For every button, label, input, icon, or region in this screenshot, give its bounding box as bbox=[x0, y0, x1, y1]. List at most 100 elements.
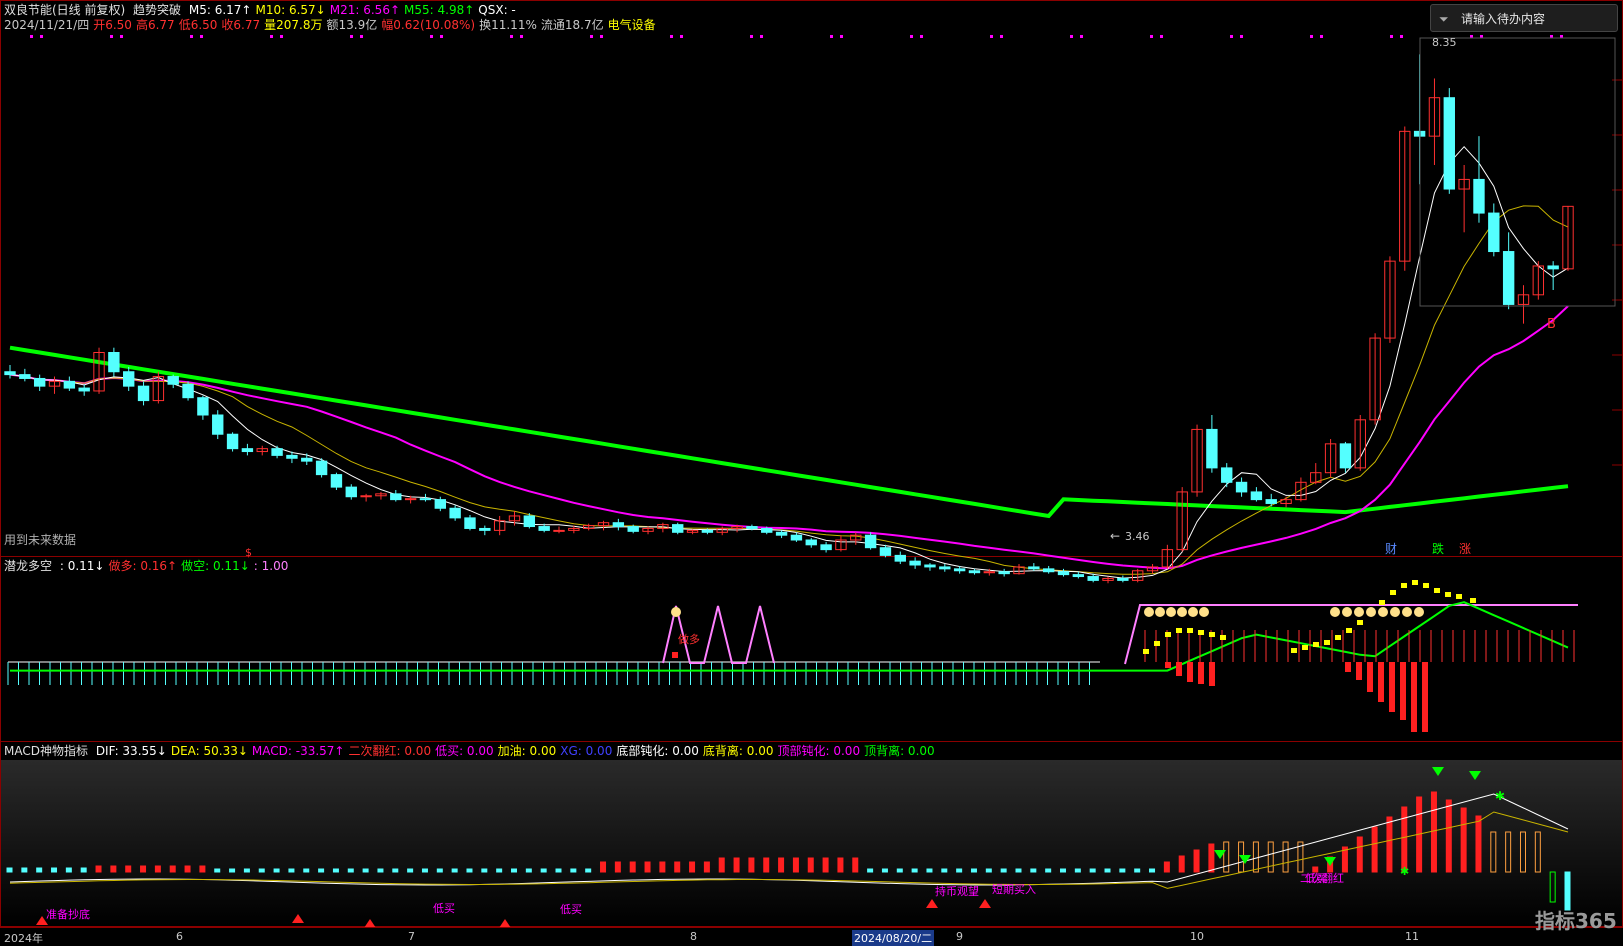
candle-body bbox=[212, 414, 224, 435]
macd-bar bbox=[1401, 806, 1408, 873]
low-arrow: ← bbox=[1110, 529, 1120, 543]
signal-dot bbox=[990, 35, 993, 38]
panel3-value: MACD: -33.57↑ bbox=[251, 744, 345, 758]
macd-bar bbox=[95, 865, 102, 873]
panel3-value: 底部钝化: 0.00 bbox=[616, 744, 699, 758]
p2-coin-icon bbox=[1166, 607, 1176, 617]
signal-dot bbox=[1080, 35, 1083, 38]
macd-bar bbox=[1460, 807, 1467, 873]
macd-bar bbox=[436, 868, 443, 873]
price-chart[interactable]: 8.35← 3.46B$ 财跌涨做多准备抄底 低买 低买低买持币观望 短期买入二次翻红✱✱ bbox=[0, 0, 1623, 945]
macd-bar bbox=[1015, 868, 1022, 873]
p2-red-bar bbox=[1165, 662, 1171, 668]
p2-coin-icon bbox=[1402, 607, 1412, 617]
macd-signal-label: 短期买入 bbox=[992, 882, 1036, 896]
macd-bar bbox=[1178, 855, 1185, 873]
p2-yellow-dot bbox=[1346, 628, 1352, 633]
signal-dot bbox=[1230, 35, 1233, 38]
macd-signal-label: 准备抄底 bbox=[46, 907, 90, 921]
signal-dot bbox=[910, 35, 913, 38]
low-price-label: 3.46 bbox=[1125, 530, 1150, 543]
macd-bar bbox=[258, 868, 265, 873]
macd-bar bbox=[852, 857, 859, 873]
candle-body bbox=[1235, 481, 1248, 493]
signal-dot bbox=[1150, 35, 1153, 38]
date-tick: 9 bbox=[956, 930, 963, 943]
candle-body bbox=[523, 515, 536, 528]
p2-coin-icon bbox=[1199, 607, 1209, 617]
signal-dot bbox=[440, 35, 443, 38]
candle-body bbox=[790, 534, 803, 541]
signal-dot bbox=[1240, 35, 1243, 38]
candle-body bbox=[345, 486, 357, 498]
p2-yellow-dot bbox=[1412, 580, 1418, 585]
candle-body bbox=[998, 571, 1010, 575]
panel2-value: : 1.00 bbox=[253, 559, 289, 573]
candle-body bbox=[167, 376, 179, 385]
macd-bar bbox=[229, 868, 236, 873]
macd-bar bbox=[763, 857, 770, 873]
macd-bar bbox=[347, 868, 354, 873]
p2-coin-icon bbox=[1342, 607, 1352, 617]
panel3-value: 低买: 0.00 bbox=[435, 744, 494, 758]
candle-body bbox=[553, 529, 565, 532]
macd-bar bbox=[674, 861, 681, 873]
macd-bar bbox=[733, 857, 740, 873]
macd-bar bbox=[1193, 849, 1200, 873]
macd-bar bbox=[748, 857, 755, 873]
date-tick: 6 bbox=[176, 930, 183, 943]
candle-body bbox=[315, 460, 328, 476]
candle-body bbox=[4, 371, 16, 376]
panel2-frame bbox=[0, 556, 1623, 742]
macd-bar bbox=[273, 868, 280, 873]
p2-yellow-dot bbox=[1143, 649, 1149, 654]
macd-signal-label: 低买 bbox=[560, 903, 582, 916]
macd-bar bbox=[6, 867, 13, 873]
macd-bar bbox=[1386, 816, 1393, 873]
p2-yellow-dot bbox=[1291, 648, 1297, 653]
p2-red-bar bbox=[1411, 662, 1417, 732]
p2-coin-icon bbox=[1330, 607, 1340, 617]
macd-bar bbox=[644, 861, 651, 873]
candle-body bbox=[226, 433, 239, 450]
macd-bar bbox=[1074, 868, 1081, 873]
p2-yellow-dot bbox=[1220, 635, 1226, 640]
macd-bar bbox=[169, 865, 176, 873]
macd-bar bbox=[214, 868, 221, 873]
date-tick: 11 bbox=[1405, 930, 1419, 943]
macd-bar bbox=[970, 868, 977, 873]
date-tick: 10 bbox=[1190, 930, 1204, 943]
candle-body bbox=[820, 544, 832, 551]
signal-dot bbox=[600, 35, 603, 38]
cai-mark: 财 bbox=[1385, 542, 1397, 556]
macd-bar bbox=[332, 868, 339, 873]
macd-bar bbox=[659, 861, 666, 873]
macd-bar bbox=[154, 865, 161, 873]
candle-body bbox=[241, 448, 254, 453]
signal-dot bbox=[840, 35, 843, 38]
signal-dot bbox=[1320, 35, 1323, 38]
p2-red-bar bbox=[1422, 662, 1428, 732]
macd-bar bbox=[288, 868, 295, 873]
macd-bar bbox=[1089, 868, 1096, 873]
panel3-value: 加油: 0.00 bbox=[497, 744, 557, 758]
macd-signal-label: 持币观望 bbox=[935, 884, 979, 898]
macd-bar bbox=[867, 868, 874, 873]
zuoduo-label: 做多 bbox=[678, 632, 700, 646]
signal-dot bbox=[350, 35, 353, 38]
p2-yellow-dot bbox=[1470, 598, 1476, 603]
candle-body bbox=[612, 522, 625, 528]
signal-dot bbox=[590, 35, 593, 38]
panel2-value: : 0.11↓ bbox=[59, 559, 105, 573]
macd-bar bbox=[689, 861, 696, 873]
p2-coin-icon bbox=[1354, 607, 1364, 617]
p2-yellow-dot bbox=[1176, 628, 1182, 633]
macd-bar bbox=[1119, 868, 1126, 873]
candle-body bbox=[390, 493, 402, 501]
candle-body bbox=[108, 352, 120, 373]
signal-dot bbox=[120, 35, 123, 38]
macd-bar bbox=[1208, 843, 1215, 873]
p2-yellow-dot bbox=[1187, 628, 1193, 633]
candle-body bbox=[1206, 428, 1218, 469]
macd-bar bbox=[629, 861, 636, 873]
